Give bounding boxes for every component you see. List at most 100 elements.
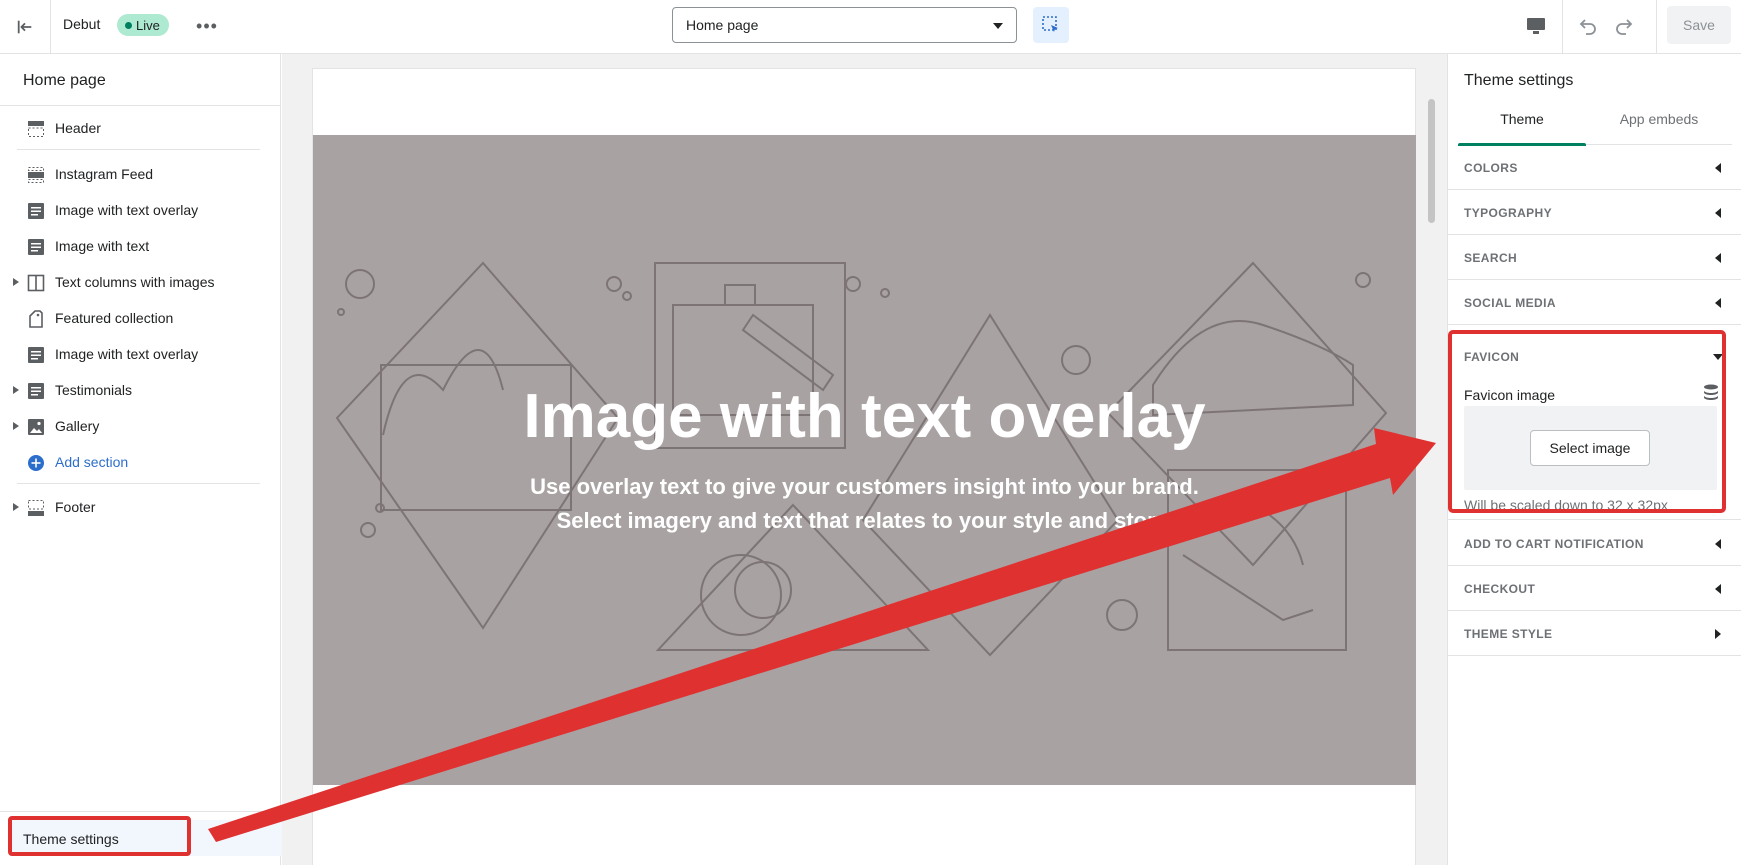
more-actions-button[interactable]: ••• (195, 14, 219, 38)
status-dot-icon (125, 21, 132, 29)
tab-theme[interactable]: Theme (1458, 93, 1586, 146)
section-icon (26, 165, 46, 185)
footer-icon (26, 498, 46, 518)
section-item-gallery[interactable]: Gallery (0, 408, 281, 444)
hero-subtitle: Use overlay text to give your customers … (313, 470, 1416, 538)
section-label: Instagram Feed (55, 166, 154, 182)
exit-icon (17, 20, 32, 34)
page-title: Home page (23, 72, 106, 89)
hero-title: Image with text overlay (523, 382, 1206, 451)
caret-left-icon (1715, 208, 1721, 218)
tab-app-embeds[interactable]: App embeds (1586, 93, 1732, 145)
add-circle-icon (26, 453, 46, 473)
top-bar: Debut Live ••• Home page Save (0, 0, 1741, 54)
device-preview-button[interactable] (1520, 10, 1552, 42)
expand-caret-icon[interactable] (13, 278, 19, 286)
tag-icon (26, 309, 46, 329)
accordion-label: SOCIAL MEDIA (1464, 296, 1556, 310)
panel-title: Theme settings (1464, 72, 1574, 89)
caret-left-icon (1715, 539, 1721, 549)
expand-caret-icon[interactable] (13, 422, 19, 430)
accordion-checkout[interactable]: CHECKOUT (1448, 566, 1741, 611)
add-section-label: Add section (55, 454, 129, 470)
select-cursor-icon (1042, 16, 1058, 32)
header-icon (26, 119, 46, 139)
accordion-label: ADD TO CART NOTIFICATION (1464, 537, 1644, 551)
divider (17, 483, 260, 484)
more-icon: ••• (196, 15, 218, 36)
section-item-featured-collection[interactable]: Featured collection (0, 300, 281, 336)
accordion-typography[interactable]: TYPOGRAPHY (1448, 190, 1741, 235)
preview-area: Image with text overlay Use overlay text… (282, 54, 1447, 865)
section-item-text-columns-with-images[interactable]: Text columns with images (0, 264, 281, 300)
section-label: Header (55, 120, 101, 136)
accordion-label: THEME STYLE (1464, 627, 1553, 641)
toolbar-divider (1656, 0, 1657, 54)
expand-caret-icon[interactable] (13, 386, 19, 394)
caret-left-icon (1715, 584, 1721, 594)
caret-left-icon (1715, 163, 1721, 173)
section-item-image-with-text[interactable]: Image with text (0, 228, 281, 264)
caret-left-icon (1715, 298, 1721, 308)
save-button[interactable]: Save (1667, 6, 1731, 44)
caret-left-icon (1715, 253, 1721, 263)
theme-name: Debut (63, 16, 101, 32)
section-item-testimonials[interactable]: Testimonials (0, 372, 281, 408)
section-item-footer[interactable]: Footer (0, 489, 281, 525)
undo-icon (1579, 19, 1596, 35)
redo-icon (1616, 19, 1633, 35)
accordion-theme-style[interactable]: THEME STYLE (1448, 611, 1741, 656)
add-section-button[interactable]: Add section (0, 444, 281, 480)
page-select[interactable]: Home page (672, 7, 1017, 43)
columns-icon (26, 273, 46, 293)
section-label: Featured collection (55, 310, 174, 326)
status-badge: Live (117, 14, 169, 36)
text-block-icon (26, 345, 46, 365)
hero-subtitle-line: Use overlay text to give your customers … (530, 474, 1199, 499)
exit-button[interactable] (0, 0, 51, 54)
accordion-social-media[interactable]: SOCIAL MEDIA (1448, 280, 1741, 325)
accordion-search[interactable]: SEARCH (1448, 235, 1741, 280)
section-item-image-with-text-overlay[interactable]: Image with text overlay (0, 192, 281, 228)
chevron-down-icon (993, 23, 1003, 29)
section-label: Image with text overlay (55, 346, 199, 362)
preview-frame: Image with text overlay Use overlay text… (312, 68, 1435, 865)
section-label: Text columns with images (55, 274, 215, 290)
desktop-icon (1527, 18, 1545, 34)
section-item-header[interactable]: Header (0, 110, 281, 146)
accordion-label: TYPOGRAPHY (1464, 206, 1553, 220)
theme-settings-highlight (8, 816, 191, 856)
hero-illustration (335, 261, 1388, 657)
scrollbar-thumb[interactable] (1428, 99, 1435, 223)
inspector-toggle-button[interactable] (1033, 7, 1069, 43)
divider (0, 811, 281, 812)
status-badge-label: Live (136, 17, 160, 33)
section-label: Image with text overlay (55, 202, 199, 218)
expand-caret-icon[interactable] (13, 503, 19, 511)
divider (0, 105, 281, 106)
hero-image-overlay[interactable]: Image with text overlay Use overlay text… (313, 135, 1416, 785)
text-block-icon (26, 381, 46, 401)
section-item-image-with-text-overlay-2[interactable]: Image with text overlay (0, 336, 281, 372)
accordion-add-to-cart-notification[interactable]: ADD TO CART NOTIFICATION (1448, 521, 1741, 566)
panel-tabs: Theme App embeds (1458, 93, 1732, 146)
favicon-highlight (1448, 330, 1726, 513)
section-label: Footer (55, 499, 96, 515)
accordion-label: COLORS (1464, 161, 1518, 175)
undo-button[interactable] (1572, 10, 1604, 42)
image-icon (26, 417, 46, 437)
section-label: Image with text (55, 238, 150, 254)
section-label: Testimonials (55, 382, 133, 398)
divider (17, 149, 260, 150)
section-item-instagram-feed[interactable]: Instagram Feed (0, 156, 281, 192)
preview-scrollbar[interactable] (1427, 99, 1437, 849)
toolbar-divider (1562, 0, 1563, 54)
left-sidebar: Home page Header Instagram Feed Image wi… (0, 54, 288, 865)
page-select-value: Home page (686, 17, 759, 33)
text-block-icon (26, 201, 46, 221)
redo-button[interactable] (1608, 10, 1640, 42)
accordion-colors[interactable]: COLORS (1448, 145, 1741, 190)
caret-right-icon (1715, 629, 1721, 639)
section-label: Gallery (55, 418, 100, 434)
accordion-label: CHECKOUT (1464, 582, 1536, 596)
